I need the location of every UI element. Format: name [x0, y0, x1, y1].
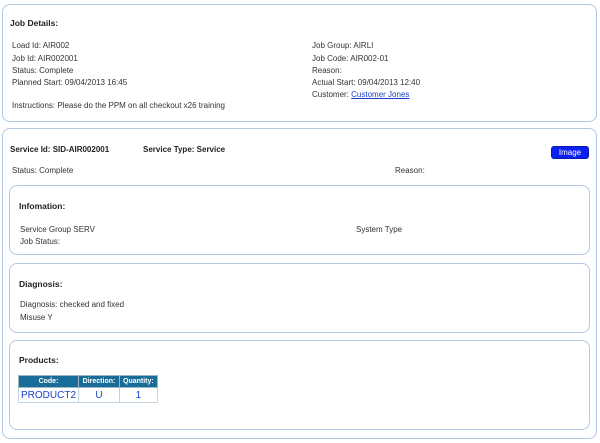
- service-type: Service Type: Service: [143, 145, 226, 154]
- job-details-heading: Job Details:: [10, 18, 59, 28]
- diagnosis-panel: [9, 263, 590, 333]
- instructions: Instructions: Please do the PPM on all c…: [12, 101, 226, 110]
- load-id: Load Id: AIR002: [12, 41, 70, 50]
- service-id: Service Id: SID-AIR002001: [10, 145, 110, 154]
- product-direction-cell: U: [78, 387, 121, 403]
- service-group: Service Group SERV: [20, 225, 95, 234]
- products-header-row: Code: Direction: Quantity:: [17, 375, 158, 388]
- table-row: PRODUCT2 U 1: [17, 387, 158, 403]
- column-header-quantity: Quantity:: [119, 375, 158, 388]
- planned-start: Planned Start: 09/04/2013 16:45: [12, 78, 128, 87]
- customer-row: Customer: Customer Jones: [312, 90, 409, 100]
- diagnosis-text: Diagnosis: checked and fixed: [20, 300, 125, 309]
- job-reason: Reason:: [312, 66, 342, 75]
- products-heading: Products:: [19, 355, 59, 365]
- job-code: Job Code: AIR002-01: [312, 54, 389, 63]
- image-button[interactable]: Image: [551, 146, 589, 159]
- customer-label: Customer:: [312, 90, 349, 99]
- product-code-cell: PRODUCT2: [17, 387, 80, 403]
- system-type: System Type: [356, 225, 403, 234]
- column-header-direction: Direction:: [78, 375, 121, 388]
- information-panel: [9, 185, 590, 255]
- service-status: Status: Complete: [12, 166, 74, 175]
- job-group: Job Group: AIRLI: [312, 41, 374, 50]
- job-status: Status: Complete: [12, 66, 74, 75]
- service-reason: Reason:: [395, 166, 425, 175]
- job-id: Job Id: AIR002001: [12, 54, 78, 63]
- misuse-text: Misuse Y: [20, 313, 53, 322]
- information-heading: Infomation:: [19, 201, 66, 211]
- information-job-status: Job Status:: [20, 237, 61, 246]
- actual-start: Actual Start: 09/04/2013 12:40: [312, 78, 421, 87]
- diagnosis-heading: Diagnosis:: [19, 279, 63, 289]
- products-table: Code: Direction: Quantity: PRODUCT2 U 1: [17, 375, 158, 403]
- product-quantity-cell: 1: [119, 387, 158, 403]
- column-header-code: Code:: [17, 375, 80, 388]
- customer-link[interactable]: Customer Jones: [351, 90, 409, 99]
